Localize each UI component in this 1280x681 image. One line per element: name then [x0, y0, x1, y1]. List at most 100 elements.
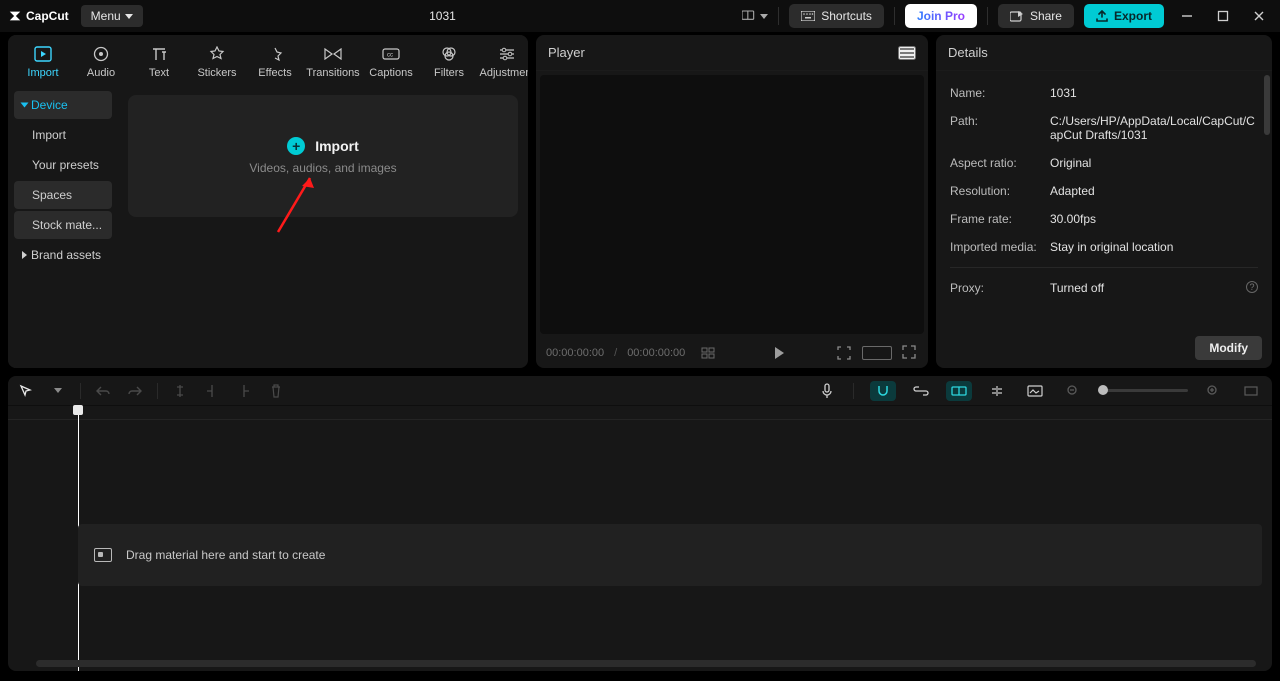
zoom-slider[interactable]: [1098, 389, 1188, 392]
player-title: Player: [548, 45, 585, 60]
sidebar-item-spaces[interactable]: Spaces: [14, 181, 112, 209]
layout-button[interactable]: [742, 4, 768, 28]
detail-path-value: C:/Users/HP/AppData/Local/CapCut/CapCut …: [1050, 114, 1258, 142]
cover-tool[interactable]: [1022, 381, 1048, 401]
modify-button[interactable]: Modify: [1195, 336, 1262, 360]
tab-import[interactable]: Import: [14, 39, 72, 85]
undo-button[interactable]: [93, 381, 113, 401]
import-title: Import: [315, 138, 359, 154]
import-icon: [34, 45, 52, 63]
player-menu-button[interactable]: [898, 46, 916, 60]
detail-aspect-label: Aspect ratio:: [950, 156, 1050, 170]
export-button[interactable]: Export: [1084, 4, 1164, 28]
zoom-fit-button[interactable]: [1238, 381, 1264, 401]
thumbnail-icon[interactable]: [701, 347, 715, 359]
transitions-icon: [324, 45, 342, 63]
text-icon: [150, 45, 168, 63]
import-sidebar: Device Import Your presets Spaces Stock …: [8, 85, 118, 368]
selection-dropdown[interactable]: [48, 381, 68, 401]
tab-captions[interactable]: cc Captions: [362, 39, 420, 85]
split-right-tool[interactable]: [234, 381, 254, 401]
media-panel: Import Audio Text Stickers Effects Trans…: [8, 35, 528, 368]
player-panel: Player 00:00:00:00 / 00:00:00:00: [536, 35, 928, 368]
split-left-tool[interactable]: [202, 381, 222, 401]
share-button[interactable]: Share: [998, 4, 1074, 28]
capcut-logo-icon: [8, 9, 22, 23]
sidebar-item-import[interactable]: Import: [14, 121, 112, 149]
sidebar-item-presets[interactable]: Your presets: [14, 151, 112, 179]
align-tool[interactable]: [984, 381, 1010, 401]
magnet-tool[interactable]: [870, 381, 896, 401]
media-icon: [94, 548, 112, 562]
menu-button[interactable]: Menu: [81, 5, 143, 27]
share-icon: [1010, 10, 1024, 22]
details-title: Details: [948, 45, 988, 60]
captions-icon: cc: [382, 45, 400, 63]
tab-filters[interactable]: Filters: [420, 39, 478, 85]
mic-button[interactable]: [817, 381, 837, 401]
detail-resolution-value: Adapted: [1050, 184, 1258, 198]
media-tabs: Import Audio Text Stickers Effects Trans…: [8, 35, 528, 85]
tab-audio[interactable]: Audio: [72, 39, 130, 85]
player-viewport[interactable]: [540, 75, 924, 334]
keyboard-icon: [801, 11, 815, 21]
detail-imported-value: Stay in original location: [1050, 240, 1258, 254]
timeline-ruler[interactable]: [8, 406, 1272, 420]
adjustment-icon: [498, 45, 516, 63]
detail-framerate-value: 30.00fps: [1050, 212, 1258, 226]
scan-icon[interactable]: [836, 345, 852, 361]
play-button[interactable]: [775, 347, 784, 359]
effects-icon: [266, 45, 284, 63]
app-logo: CapCut: [8, 9, 69, 23]
delete-tool[interactable]: [266, 381, 286, 401]
player-header: Player: [536, 35, 928, 71]
shortcuts-button[interactable]: Shortcuts: [789, 4, 884, 28]
timeline-body[interactable]: Drag material here and start to create: [8, 406, 1272, 671]
detail-imported-label: Imported media:: [950, 240, 1050, 254]
import-dropzone[interactable]: + Import Videos, audios, and images: [128, 95, 518, 217]
join-pro-button[interactable]: Join Pro: [905, 4, 977, 28]
tab-effects[interactable]: Effects: [246, 39, 304, 85]
player-total-time: 00:00:00:00: [627, 347, 685, 359]
sidebar-item-brand[interactable]: Brand assets: [14, 241, 112, 269]
project-title: 1031: [143, 9, 743, 23]
window-maximize-button[interactable]: [1210, 4, 1236, 28]
detail-name-label: Name:: [950, 86, 1050, 100]
details-panel: Details Name:1031 Path:C:/Users/HP/AppDa…: [936, 35, 1272, 368]
plus-circle-icon: +: [287, 137, 305, 155]
preview-tool[interactable]: [946, 381, 972, 401]
player-controls: 00:00:00:00 / 00:00:00:00: [536, 338, 928, 368]
aspect-ratio-button[interactable]: [862, 346, 892, 360]
tab-transitions[interactable]: Transitions: [304, 39, 362, 85]
window-close-button[interactable]: [1246, 4, 1272, 28]
tab-adjustment[interactable]: Adjustment: [478, 39, 528, 85]
fullscreen-icon[interactable]: [902, 345, 918, 361]
detail-aspect-value: Original: [1050, 156, 1258, 170]
detail-framerate-label: Frame rate:: [950, 212, 1050, 226]
sidebar-item-device[interactable]: Device: [14, 91, 112, 119]
split-tool[interactable]: [170, 381, 190, 401]
timeline-scrollbar[interactable]: [36, 660, 1256, 667]
chevron-down-icon: [125, 14, 133, 19]
tab-text[interactable]: Text: [130, 39, 188, 85]
tab-stickers[interactable]: Stickers: [188, 39, 246, 85]
detail-proxy-value: Turned off: [1050, 281, 1246, 295]
selection-tool[interactable]: [16, 381, 36, 401]
link-tool[interactable]: [908, 381, 934, 401]
stickers-icon: [208, 45, 226, 63]
detail-name-value: 1031: [1050, 86, 1258, 100]
svg-text:cc: cc: [387, 53, 393, 59]
timeline-drop-hint: Drag material here and start to create: [126, 548, 325, 562]
export-icon: [1096, 10, 1108, 22]
details-scrollbar[interactable]: [1264, 75, 1270, 135]
sidebar-item-stock[interactable]: Stock mate...: [14, 211, 112, 239]
timeline-dropzone[interactable]: Drag material here and start to create: [78, 524, 1262, 586]
details-header: Details: [936, 35, 1272, 71]
window-minimize-button[interactable]: [1174, 4, 1200, 28]
redo-button[interactable]: [125, 381, 145, 401]
timeline-panel: Drag material here and start to create: [8, 376, 1272, 671]
zoom-in-button[interactable]: [1200, 381, 1226, 401]
zoom-out-button[interactable]: [1060, 381, 1086, 401]
help-icon[interactable]: ?: [1246, 281, 1258, 293]
titlebar: CapCut Menu 1031 Shortcuts Join Pro Shar…: [0, 0, 1280, 33]
